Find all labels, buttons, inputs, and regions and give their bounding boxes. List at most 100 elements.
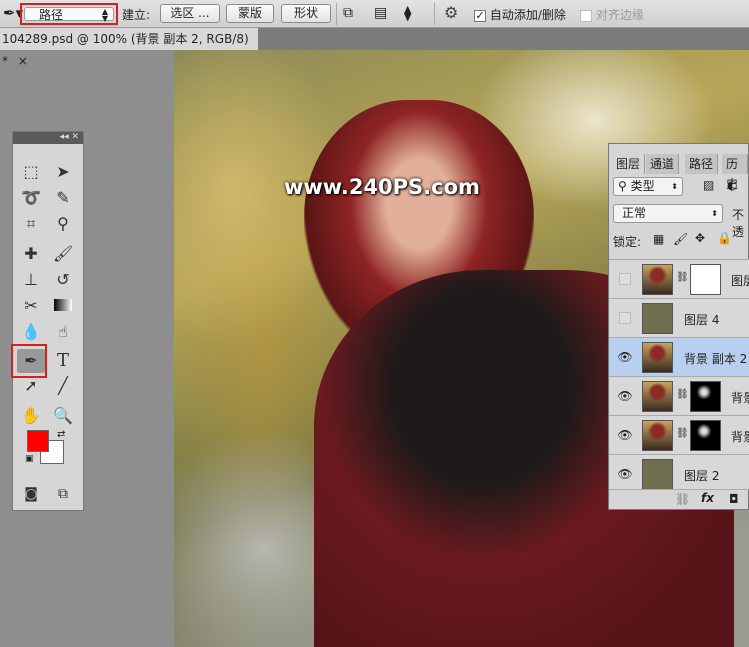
auto-add-delete-label: 自动添加/删除	[489, 8, 566, 22]
updown-arrow-icon: ▲ ▼	[101, 7, 108, 23]
blur-tool-icon[interactable]: 💧	[17, 320, 45, 344]
healing-brush-tool-icon[interactable]: ✚	[17, 242, 45, 266]
layer-name: 背景 副本 2	[684, 352, 748, 366]
clone-stamp-tool-icon[interactable]: ⊥	[17, 268, 45, 292]
tab-paths[interactable]: 路径	[685, 154, 719, 174]
gear-icon[interactable]: ⚙	[444, 3, 458, 22]
adjustment-filter-icon[interactable]: ◐	[727, 178, 737, 192]
layer-thumbnail	[642, 264, 673, 295]
history-brush-tool-icon[interactable]: ↺	[49, 268, 77, 292]
brush-tool-icon[interactable]: 🖌	[49, 242, 77, 266]
layer-thumbnail	[642, 420, 673, 451]
layer-mask-thumbnail[interactable]	[690, 264, 721, 295]
tab-history[interactable]: 历史	[722, 154, 748, 191]
layer-row[interactable]: 👁 图层 2	[609, 455, 749, 489]
divider	[336, 3, 337, 25]
layers-list: ⛓ 图层 图层 4 👁 背景 副本 2 👁 ⛓ 背景 👁 ⛓ 背景 👁 图层 2	[609, 259, 749, 489]
hand-tool-icon[interactable]: ✋	[17, 404, 45, 428]
blend-mode-value: 正常	[622, 206, 647, 220]
checkbox-checked-icon: ✓	[474, 8, 486, 22]
path-selection-tool-icon[interactable]: ➚	[17, 374, 45, 398]
layer-thumbnail	[642, 459, 673, 489]
lasso-tool-icon[interactable]: ➰	[17, 186, 45, 210]
dodge-tool-icon[interactable]: ☝	[49, 320, 77, 344]
eyedropper-tool-icon[interactable]: ⚲	[49, 212, 77, 236]
image-filter-icon[interactable]: ▨	[703, 178, 714, 192]
close-icon[interactable]: ×	[18, 54, 28, 68]
layer-mask-thumbnail[interactable]	[690, 381, 721, 412]
layer-row[interactable]: 👁 ⛓ 背景	[609, 416, 749, 455]
layer-name: 图层 4	[684, 313, 720, 327]
eraser-tool-icon[interactable]: ✂	[17, 294, 45, 318]
layer-filter-select[interactable]: ⚲ 类型 ⬍	[613, 177, 683, 196]
type-tool-icon[interactable]: T	[49, 349, 77, 373]
blend-mode-select[interactable]: 正常 ⬍	[613, 204, 723, 223]
path-operations-icon[interactable]: ⧉	[343, 5, 353, 21]
gradient-tool-icon[interactable]	[49, 294, 77, 318]
align-edges-label: 对齐边缘	[595, 8, 644, 22]
layer-row[interactable]: 图层 4	[609, 299, 749, 338]
layer-name: 背景	[731, 430, 749, 444]
document-tab[interactable]: 104289.psd @ 100% (背景 副本 2, RGB/8) * ×	[0, 28, 258, 68]
zoom-tool-icon[interactable]: 🔍	[49, 404, 77, 428]
tools-panel-header[interactable]: ◂◂ ✕	[13, 132, 83, 144]
lock-pixels-icon[interactable]: 🖌	[673, 232, 688, 246]
pen-tool-icon[interactable]: ✒	[17, 349, 45, 373]
crop-tool-icon[interactable]: ⌗	[17, 212, 45, 236]
eye-icon[interactable]: 👁	[617, 389, 633, 403]
layer-name: 图层	[731, 274, 749, 288]
foreground-color-swatch[interactable]	[27, 430, 49, 452]
checkbox-unchecked-icon	[580, 9, 592, 22]
lock-transparent-icon[interactable]: ▦	[653, 232, 664, 246]
layers-panel: 图层 通道 路径 历史 ⚲ 类型 ⬍ ▨ ◐ 正常 ⬍ 不透 锁定: ▦ 🖌 ✥ 🔒…	[608, 143, 749, 510]
tools-panel: ◂◂ ✕ ⬚ ➤ ➰ ✎ ⌗ ⚲ ✚ 🖌 ⊥ ↺ ✂ 💧 ☝ ✒ T ➚ ╱ ✋…	[11, 131, 84, 511]
fx-icon[interactable]: fx	[701, 491, 714, 505]
lock-label: 锁定:	[613, 235, 642, 249]
layer-row[interactable]: ⛓ 图层	[609, 260, 749, 299]
visibility-toggle-off[interactable]	[619, 312, 631, 324]
path-mode-select[interactable]: 路径 ▲ ▼	[24, 7, 114, 23]
path-mode-select-highlight: 路径 ▲ ▼	[20, 3, 118, 25]
auto-add-delete-checkbox[interactable]: ✓ 自动添加/删除	[474, 6, 566, 23]
layer-thumbnail	[642, 303, 673, 334]
lock-all-icon[interactable]: 🔒	[717, 231, 732, 245]
layer-row[interactable]: 👁 ⛓ 背景	[609, 377, 749, 416]
quick-mask-icon[interactable]: ◙	[17, 482, 45, 506]
opacity-label: 不透	[732, 208, 745, 239]
selection-button[interactable]: 选区 ...	[160, 4, 220, 23]
align-edges-checkbox[interactable]: 对齐边缘	[580, 6, 644, 23]
visibility-toggle-off[interactable]	[619, 273, 631, 285]
layer-thumbnail	[642, 342, 673, 373]
lock-position-icon[interactable]: ✥	[695, 231, 705, 245]
link-icon[interactable]: ⛓	[676, 272, 689, 283]
move-tool-icon[interactable]: ➤	[49, 160, 77, 184]
link-icon[interactable]: ⛓	[675, 492, 690, 506]
screen-mode-icon[interactable]: ⧉	[49, 482, 77, 506]
shape-button[interactable]: 形状	[281, 4, 331, 23]
options-bar: ✒▾ 路径 ▲ ▼ 建立: 选区 ... 蒙版 形状 ⧉ ▤ ⧫ ⚙ ✓ 自动添加/…	[0, 0, 749, 28]
line-tool-icon[interactable]: ╱	[49, 374, 77, 398]
mask-icon[interactable]: ◘	[729, 492, 739, 506]
make-label: 建立:	[122, 8, 151, 22]
layers-footer: ⛓ fx ◘	[609, 489, 749, 509]
path-mode-value: 路径	[39, 8, 64, 22]
mask-button[interactable]: 蒙版	[226, 4, 274, 23]
eye-icon[interactable]: 👁	[617, 428, 633, 442]
tab-channels[interactable]: 通道	[646, 154, 680, 174]
eye-icon[interactable]: 👁	[617, 350, 633, 364]
default-colors-icon[interactable]: ▣	[25, 454, 34, 464]
layer-name: 背景	[731, 391, 749, 405]
eye-icon[interactable]: 👁	[617, 467, 633, 481]
layer-row-selected[interactable]: 👁 背景 副本 2	[609, 338, 749, 377]
marquee-tool-icon[interactable]: ⬚	[17, 160, 45, 184]
layer-mask-thumbnail[interactable]	[690, 420, 721, 451]
swap-colors-icon[interactable]: ⇄	[57, 429, 65, 440]
path-alignment-icon[interactable]: ▤	[374, 5, 387, 21]
link-icon[interactable]: ⛓	[676, 389, 689, 400]
tab-layers[interactable]: 图层	[612, 154, 646, 174]
watermark: www.240PS.com	[284, 175, 480, 199]
path-arrangement-icon[interactable]: ⧫	[404, 4, 411, 22]
quick-selection-tool-icon[interactable]: ✎	[49, 186, 77, 210]
link-icon[interactable]: ⛓	[676, 428, 689, 439]
layer-thumbnail	[642, 381, 673, 412]
